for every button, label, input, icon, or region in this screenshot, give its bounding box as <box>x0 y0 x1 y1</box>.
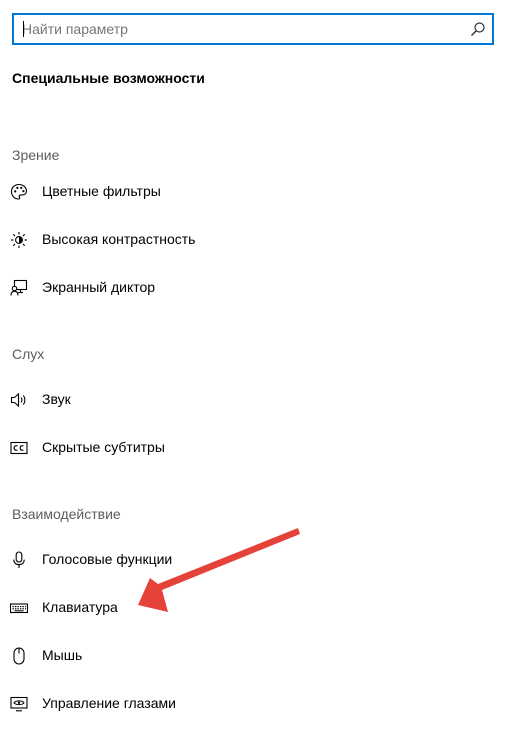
nav-item-label: Управление глазами <box>42 695 176 711</box>
nav-item-keyboard[interactable]: Клавиатура <box>0 588 320 628</box>
text-caret <box>23 21 24 37</box>
group-header-interaction: Взаимодействие <box>12 506 121 522</box>
nav-item-mouse[interactable]: Мышь <box>0 636 320 676</box>
palette-icon <box>10 183 28 201</box>
search-icon[interactable] <box>470 21 486 37</box>
group-header-vision: Зрение <box>12 147 60 163</box>
nav-item-eye-control[interactable]: Управление глазами <box>0 684 320 724</box>
nav-item-label: Мышь <box>42 647 83 663</box>
page-title: Специальные возможности <box>12 70 205 86</box>
nav-item-label: Звук <box>42 391 71 407</box>
nav-item-label: Цветные фильтры <box>42 183 161 199</box>
keyboard-icon <box>10 599 28 617</box>
nav-item-closed-captions[interactable]: Скрытые субтитры <box>0 428 320 468</box>
nav-item-speech[interactable]: Голосовые функции <box>0 540 320 580</box>
nav-item-label: Клавиатура <box>42 599 118 615</box>
nav-item-label: Голосовые функции <box>42 551 173 567</box>
nav-item-high-contrast[interactable]: Высокая контрастность <box>0 220 320 260</box>
search-box[interactable] <box>12 13 494 45</box>
speaker-icon <box>10 391 28 409</box>
search-input[interactable] <box>14 15 454 43</box>
brightness-icon <box>10 231 28 249</box>
mouse-icon <box>10 647 28 665</box>
closed-captions-icon <box>10 439 28 457</box>
nav-item-color-filters[interactable]: Цветные фильтры <box>0 172 320 212</box>
microphone-icon <box>10 551 28 569</box>
nav-item-narrator[interactable]: Экранный диктор <box>0 268 320 308</box>
group-header-hearing: Слух <box>12 346 45 362</box>
nav-item-label: Экранный диктор <box>42 279 156 295</box>
nav-item-audio[interactable]: Звук <box>0 380 320 420</box>
narrator-icon <box>10 279 28 297</box>
eye-control-icon <box>10 695 28 713</box>
nav-item-label: Высокая контрастность <box>42 231 196 247</box>
nav-item-label: Скрытые субтитры <box>42 439 165 455</box>
